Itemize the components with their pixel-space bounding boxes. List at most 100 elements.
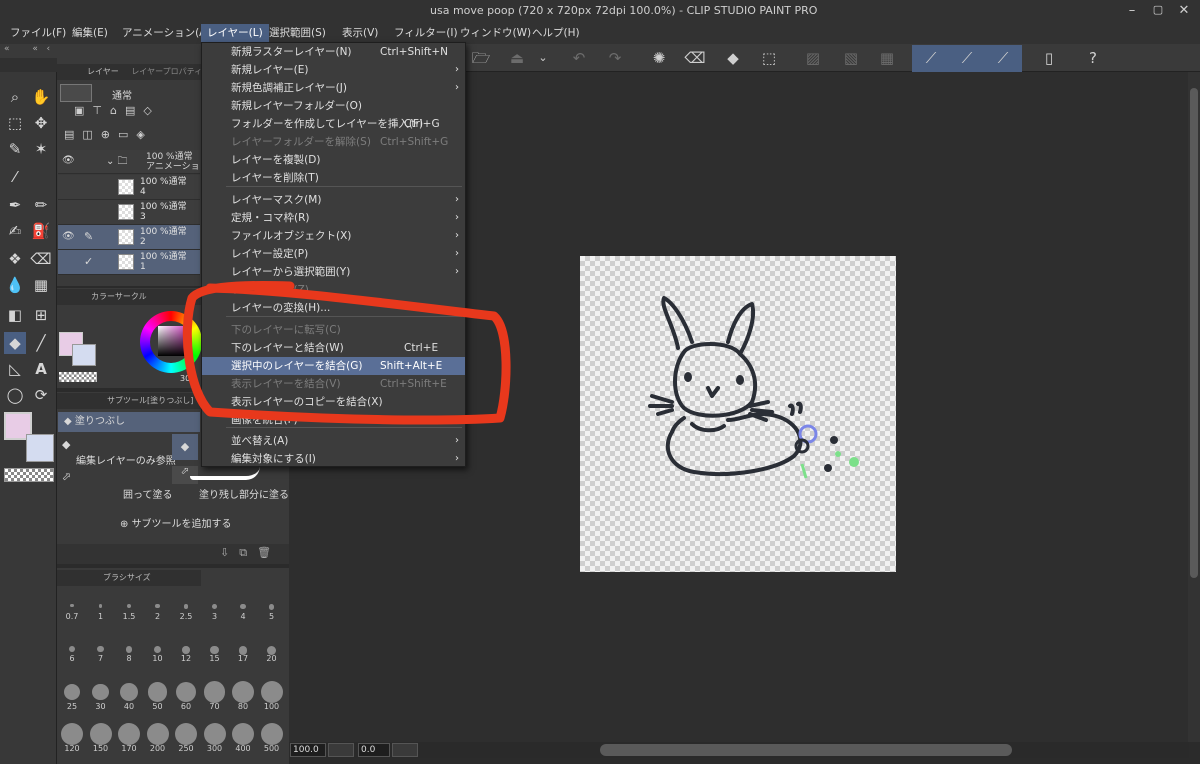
menu-item[interactable]: 新規ラスターレイヤー(N) Ctrl+Shift+N bbox=[202, 43, 465, 61]
snap-grid-icon[interactable]: ⟋ bbox=[990, 47, 1016, 69]
layer-row-4[interactable]: 100 %通常 4 bbox=[58, 175, 200, 200]
brush-size-cell[interactable]: 250 bbox=[172, 716, 200, 758]
frame-icon[interactable]: ⊞ bbox=[30, 304, 52, 326]
brush-size-cell[interactable]: 100 bbox=[258, 674, 286, 716]
brush-size-cell[interactable]: 8 bbox=[115, 632, 143, 674]
magic-wand-icon[interactable]: ✶ bbox=[30, 138, 52, 160]
brush-size-cell[interactable]: 170 bbox=[115, 716, 143, 758]
brush-size-cell[interactable]: 0.7 bbox=[58, 590, 86, 632]
brush-size-cell[interactable]: 25 bbox=[58, 674, 86, 716]
brush-size-cell[interactable]: 1.5 bbox=[115, 590, 143, 632]
menu-item[interactable]: 新規レイヤー(E) › bbox=[202, 61, 465, 79]
layer-row-2[interactable]: 👁 ✎ 100 %通常 2 bbox=[58, 225, 200, 250]
menu-item[interactable]: レイヤーを削除(T) bbox=[202, 169, 465, 187]
angle-field[interactable]: 0.0 bbox=[358, 743, 390, 757]
brush-size-cell[interactable]: 5 bbox=[258, 590, 286, 632]
sub-color-swatch[interactable] bbox=[26, 434, 54, 462]
subtool-remaining[interactable]: 塗り残し部分に塗る bbox=[199, 486, 289, 501]
fill-icon[interactable]: ◆ bbox=[720, 47, 746, 69]
panel-sub-color[interactable] bbox=[72, 344, 96, 366]
chevron-down-icon[interactable]: ⌄ bbox=[530, 47, 556, 69]
brush-size-cell[interactable]: 120 bbox=[58, 716, 86, 758]
zoom-icon[interactable]: ⌕ bbox=[4, 86, 26, 108]
subtool-footer-icons[interactable]: ⇩⧉🗑 bbox=[220, 546, 281, 560]
layer-tools-row2[interactable]: ▤◫⊕▭◈ bbox=[60, 128, 200, 146]
menu-filter[interactable]: フィルター(I) bbox=[388, 24, 464, 42]
add-subtool-button[interactable]: ⊕ サブツールを追加する bbox=[120, 515, 232, 530]
decoration-icon[interactable]: ❖ bbox=[4, 248, 26, 270]
menu-item[interactable]: レイヤーを複製(D) bbox=[202, 151, 465, 169]
close-icon[interactable]: ✕ bbox=[1174, 3, 1194, 18]
brush-size-cell[interactable]: 300 bbox=[201, 716, 229, 758]
collapse-icon[interactable]: « « ‹ bbox=[0, 44, 60, 58]
subtool-enclose[interactable]: 囲って塗る bbox=[123, 486, 173, 501]
help-icon[interactable]: ? bbox=[1080, 47, 1106, 69]
layer-color-select[interactable] bbox=[60, 84, 92, 102]
snap-special-icon[interactable]: ⟋ bbox=[954, 47, 980, 69]
brush-size-cell[interactable]: 70 bbox=[201, 674, 229, 716]
brush-size-cell[interactable]: 2.5 bbox=[172, 590, 200, 632]
layer-property-tab[interactable]: レイヤープロパティ bbox=[131, 67, 202, 76]
balloon-icon[interactable]: ◯ bbox=[4, 384, 26, 406]
brush-size-cell[interactable]: 30 bbox=[87, 674, 115, 716]
open-folder-icon[interactable]: 🗁 bbox=[468, 47, 494, 69]
layer-tools-row1[interactable]: ▣⊤⌂▤◇ bbox=[60, 104, 200, 122]
menu-window[interactable]: ウィンドウ(W) bbox=[454, 24, 537, 42]
undo-icon[interactable]: ↶ bbox=[566, 47, 592, 69]
text-icon[interactable]: A bbox=[30, 358, 52, 380]
blend-icon[interactable]: 💧 bbox=[4, 274, 26, 296]
brush-size-cell[interactable]: 40 bbox=[115, 674, 143, 716]
maximize-icon[interactable]: ▢ bbox=[1148, 3, 1168, 16]
hand-icon[interactable]: ✋ bbox=[30, 86, 52, 108]
menu-help[interactable]: ヘルプ(H) bbox=[526, 24, 586, 42]
pen-icon[interactable]: ✒ bbox=[4, 194, 26, 216]
eraser-tool-icon[interactable]: ⌫ bbox=[30, 248, 52, 270]
menu-selection[interactable]: 選択範囲(S) bbox=[263, 24, 332, 42]
brush-size-cell[interactable]: 500 bbox=[258, 716, 286, 758]
brush-size-cell[interactable]: 2 bbox=[144, 590, 172, 632]
brush-icon[interactable]: ✍ bbox=[4, 220, 26, 242]
menu-item[interactable]: 定規・コマ枠(R) › bbox=[202, 209, 465, 227]
menu-file[interactable]: ファイル(F) bbox=[4, 24, 72, 42]
menu-item[interactable]: 新規レイヤーフォルダー(O) bbox=[202, 97, 465, 115]
subtool-ref-edit[interactable]: 編集レイヤーのみ参照 bbox=[76, 452, 176, 467]
brush-size-cell[interactable]: 7 bbox=[87, 632, 115, 674]
zoom-slider[interactable] bbox=[328, 743, 354, 757]
vertical-scroll-thumb[interactable] bbox=[1190, 88, 1198, 578]
menu-item[interactable]: フォルダーを作成してレイヤーを挿入(F) Ctrl+G bbox=[202, 115, 465, 133]
move-icon[interactable]: ✥ bbox=[30, 112, 52, 134]
menu-item[interactable]: レイヤーマスク(M) › bbox=[202, 191, 465, 209]
operation-icon[interactable]: ⬚ bbox=[4, 112, 26, 134]
brush-size-cell[interactable]: 60 bbox=[172, 674, 200, 716]
ruler-icon[interactable]: ◺ bbox=[4, 358, 26, 380]
angle-slider[interactable] bbox=[392, 743, 418, 757]
fill-tool-icon[interactable]: ◆ bbox=[4, 332, 26, 354]
visibility-icon[interactable]: 👁 bbox=[62, 155, 75, 166]
menu-edit[interactable]: 編集(E) bbox=[66, 24, 114, 42]
snap-ruler-icon[interactable]: ⟋ bbox=[918, 47, 944, 69]
brush-size-cell[interactable]: 12 bbox=[172, 632, 200, 674]
layer-tab[interactable]: レイヤー bbox=[87, 67, 119, 76]
pencil-icon[interactable]: ✏ bbox=[30, 194, 52, 216]
brush-size-cell[interactable]: 10 bbox=[144, 632, 172, 674]
brush-size-cell[interactable]: 1 bbox=[87, 590, 115, 632]
save-icon[interactable]: ⏏ bbox=[504, 47, 530, 69]
layer-row-folder[interactable]: 👁 ⌄ 🗀 100 %通常 アニメーション bbox=[58, 150, 209, 174]
transparent-swatch[interactable] bbox=[4, 468, 54, 482]
eyedropper-icon[interactable]: ⁄ bbox=[4, 166, 26, 188]
lasso-icon[interactable]: ✎ bbox=[4, 138, 26, 160]
brush-size-cell[interactable]: 3 bbox=[201, 590, 229, 632]
layer-row-3[interactable]: 100 %通常 3 bbox=[58, 200, 200, 225]
menu-item[interactable]: ファイルオブジェクト(X) › bbox=[202, 227, 465, 245]
airbrush-icon[interactable]: ⛽ bbox=[30, 220, 52, 242]
menu-item[interactable]: レイヤー設定(P) › bbox=[202, 245, 465, 263]
horizontal-scroll-thumb[interactable] bbox=[600, 744, 1012, 756]
gradient-icon[interactable]: ◧ bbox=[4, 304, 26, 326]
brush-size-cell[interactable]: 20 bbox=[258, 632, 286, 674]
menu-item[interactable]: レイヤーフォルダーを解除(S) Ctrl+Shift+G bbox=[202, 133, 465, 151]
panel-transparent[interactable] bbox=[59, 372, 97, 382]
crop-icon[interactable]: ▨ bbox=[800, 47, 826, 69]
brush-size-cell[interactable]: 150 bbox=[87, 716, 115, 758]
grid-icon[interactable]: ▦ bbox=[30, 274, 52, 296]
menu-layer[interactable]: レイヤー(L) bbox=[201, 24, 269, 42]
